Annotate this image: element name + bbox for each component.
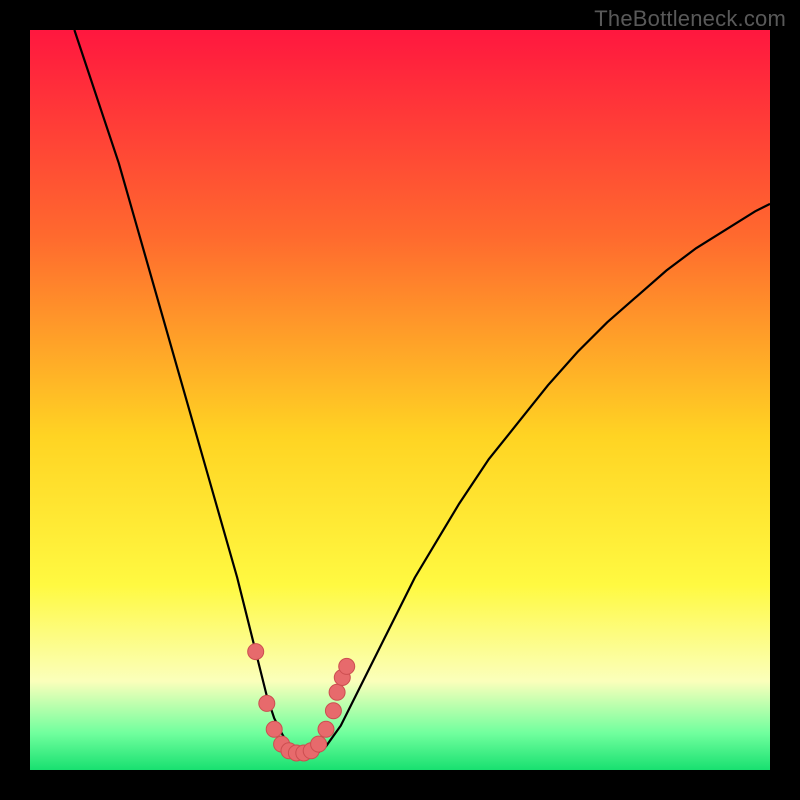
chart-svg [30,30,770,770]
chart-frame: TheBottleneck.com [0,0,800,800]
watermark-text: TheBottleneck.com [594,6,786,32]
curve-marker [329,684,345,700]
curve-marker [318,721,334,737]
curve-marker [339,658,355,674]
plot-area [30,30,770,770]
curve-marker [325,703,341,719]
curve-marker [248,644,264,660]
curve-marker [266,721,282,737]
curve-marker [259,695,275,711]
curve-marker [311,736,327,752]
gradient-background [30,30,770,770]
